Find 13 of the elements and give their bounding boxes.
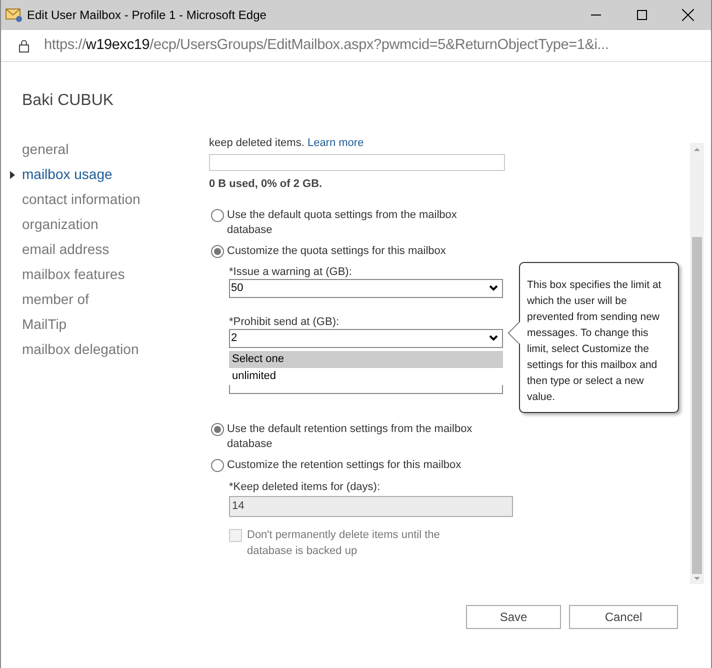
radio-label: Customize the quota settings for this mailbox xyxy=(227,244,447,258)
window-title: Edit User Mailbox - Profile 1 - Microsoft Edge xyxy=(27,7,266,24)
radio-label: Use the default quota settings from the mailbox database xyxy=(227,208,458,238)
usage-text: 0 B used, 0% of 2 GB. xyxy=(209,177,324,192)
field-label: *Issue a warning at (GB): xyxy=(229,264,353,278)
field-label: *Keep deleted items for (days): xyxy=(229,480,382,494)
tooltip-text: This box specifies the limit at which the user will be prevented from sending new messages. To change this limit, select Customize the settings for this mailbox and then type or select a new value. xyxy=(527,278,662,405)
checkbox-label: Don't permanently delete items until the database is backed up xyxy=(247,528,441,558)
radio-label: Use the default retention settings from the mailbox database xyxy=(227,422,474,452)
field-label: *Prohibit send at (GB): xyxy=(229,314,340,328)
user-name: Baki CUBUK xyxy=(22,91,115,111)
intro-text: keep deleted items. Learn more xyxy=(209,136,365,151)
radio-label: Customize the retention settings for this mailbox xyxy=(227,458,462,472)
